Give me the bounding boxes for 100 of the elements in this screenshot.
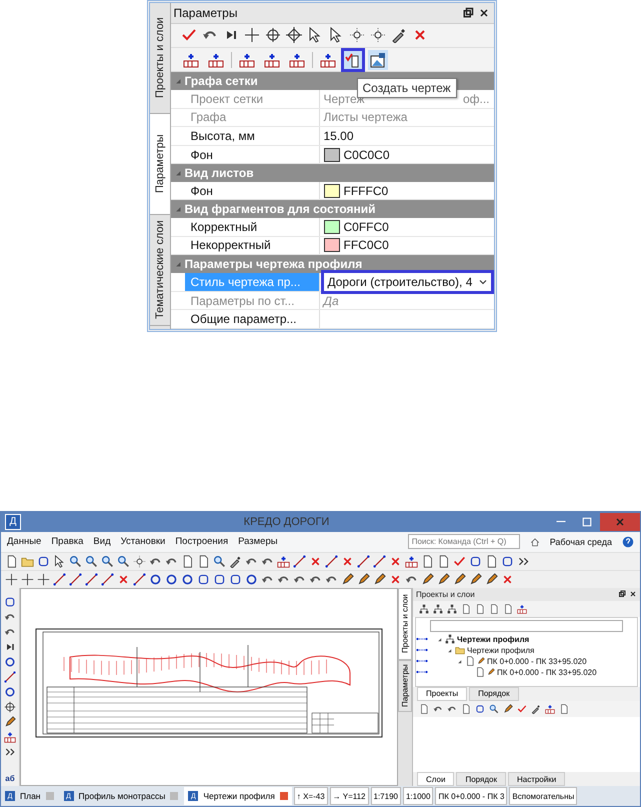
workspace-menu[interactable]: Рабочая среда <box>550 536 612 547</box>
sun-icon[interactable] <box>348 27 364 44</box>
hierarchy-icon[interactable] <box>447 604 457 614</box>
pencil-icon[interactable] <box>485 572 498 586</box>
pencil-icon[interactable] <box>469 572 482 586</box>
close-icon[interactable] <box>478 6 490 19</box>
table-icon[interactable] <box>4 730 16 743</box>
square-icon[interactable] <box>4 596 16 608</box>
line-icon[interactable] <box>325 554 338 568</box>
cross-icon[interactable] <box>389 572 402 586</box>
sun-icon[interactable] <box>370 27 386 44</box>
square-icon[interactable] <box>475 704 485 714</box>
zoom-icon[interactable] <box>213 554 226 568</box>
document-icon[interactable] <box>461 704 471 714</box>
color-swatch[interactable] <box>324 238 340 252</box>
circle-icon[interactable] <box>165 572 178 586</box>
close-button[interactable] <box>600 512 640 531</box>
menu-item[interactable]: Установки <box>120 536 166 548</box>
drawing-canvas[interactable] <box>20 588 398 786</box>
line-icon[interactable] <box>293 554 306 568</box>
circle-icon[interactable] <box>245 572 258 586</box>
crosshair-icon[interactable] <box>264 27 280 44</box>
color-swatch[interactable] <box>324 184 340 198</box>
document-icon[interactable] <box>421 554 434 568</box>
plus-icon[interactable] <box>5 572 18 586</box>
plus-icon[interactable] <box>37 572 50 586</box>
line-icon[interactable] <box>69 572 82 586</box>
check-icon[interactable] <box>517 704 527 714</box>
menu-item[interactable]: Данные <box>7 536 42 548</box>
document-icon[interactable] <box>197 554 210 568</box>
square-icon[interactable] <box>213 572 226 586</box>
zoom-icon[interactable] <box>117 554 130 568</box>
cursor-icon[interactable] <box>328 27 344 44</box>
circle-icon[interactable] <box>149 572 162 586</box>
document-icon[interactable] <box>475 604 485 614</box>
panel-tab[interactable]: Проекты <box>417 686 468 701</box>
document-icon[interactable] <box>503 604 513 614</box>
document-icon[interactable] <box>485 554 498 568</box>
document-icon[interactable] <box>559 704 569 714</box>
zoom-icon[interactable] <box>69 554 82 568</box>
pin-icon[interactable] <box>462 6 474 19</box>
arrow-icon[interactable] <box>447 704 457 714</box>
cursor-icon[interactable] <box>306 27 322 44</box>
toolbar-button[interactable] <box>368 50 388 70</box>
cross-icon[interactable] <box>501 572 514 586</box>
side-tab[interactable]: Параметры <box>398 660 412 712</box>
circle-icon[interactable] <box>4 656 16 668</box>
arrow-icon[interactable] <box>433 704 443 714</box>
color-swatch[interactable] <box>324 220 340 234</box>
toolbar-button[interactable] <box>340 48 364 72</box>
document-icon[interactable] <box>437 554 450 568</box>
document-icon[interactable] <box>489 604 499 614</box>
square-icon[interactable] <box>229 572 242 586</box>
sun-icon[interactable] <box>133 554 146 568</box>
pencil-icon[interactable] <box>437 572 450 586</box>
help-icon[interactable] <box>622 536 634 548</box>
tree-item[interactable]: ПК 0+0.000 - ПК 33+95.020 <box>487 656 587 666</box>
cross-icon[interactable] <box>117 572 130 586</box>
line-icon[interactable] <box>133 572 146 586</box>
document-icon[interactable] <box>419 704 429 714</box>
line-icon[interactable] <box>53 572 66 586</box>
pencil-icon[interactable] <box>503 704 513 714</box>
color-swatch[interactable] <box>324 148 340 162</box>
diamond-icon[interactable] <box>286 27 302 44</box>
circle-icon[interactable] <box>4 686 16 698</box>
chevron-icon[interactable] <box>4 746 16 758</box>
style-dropdown[interactable]: Дороги (строительство), 4 <box>320 270 494 294</box>
cross-icon[interactable] <box>389 554 402 568</box>
pencil-icon[interactable] <box>4 716 16 728</box>
eyedropper-icon[interactable] <box>531 704 541 714</box>
text-tool[interactable]: аб <box>5 774 15 783</box>
table-icon[interactable] <box>405 554 418 568</box>
pin-icon[interactable] <box>618 590 626 598</box>
line-icon[interactable] <box>373 554 386 568</box>
hierarchy-icon[interactable] <box>419 604 429 614</box>
document-icon[interactable] <box>5 554 18 568</box>
crosshair-icon[interactable] <box>4 700 16 713</box>
panel-tab[interactable]: Настройки <box>508 772 566 786</box>
search-field[interactable]: Поиск: Команда (Ctrl + Q) <box>408 534 520 550</box>
cursor-icon[interactable] <box>53 554 66 568</box>
line-icon[interactable] <box>4 670 16 683</box>
tree-item[interactable]: Чертежи профиля <box>457 634 530 644</box>
square-icon[interactable] <box>37 554 50 568</box>
side-tab[interactable]: Параметры <box>150 114 170 215</box>
menu-item[interactable]: Построения <box>175 536 228 548</box>
table-icon[interactable] <box>277 554 290 568</box>
table-icon[interactable] <box>517 604 527 614</box>
cross-icon[interactable] <box>341 554 354 568</box>
eyedropper-icon[interactable] <box>229 554 242 568</box>
zoom-icon[interactable] <box>85 554 98 568</box>
menu-item[interactable]: Вид <box>93 536 111 548</box>
menu-item[interactable]: Размеры <box>238 536 278 548</box>
pencil-icon[interactable] <box>341 572 354 586</box>
circle-icon[interactable] <box>181 572 194 586</box>
pencil-icon[interactable] <box>357 572 370 586</box>
document-icon[interactable] <box>461 604 471 614</box>
square-icon[interactable] <box>197 572 210 586</box>
check-icon[interactable] <box>453 554 466 568</box>
home-icon[interactable] <box>530 536 540 547</box>
zoom-icon[interactable] <box>101 554 114 568</box>
